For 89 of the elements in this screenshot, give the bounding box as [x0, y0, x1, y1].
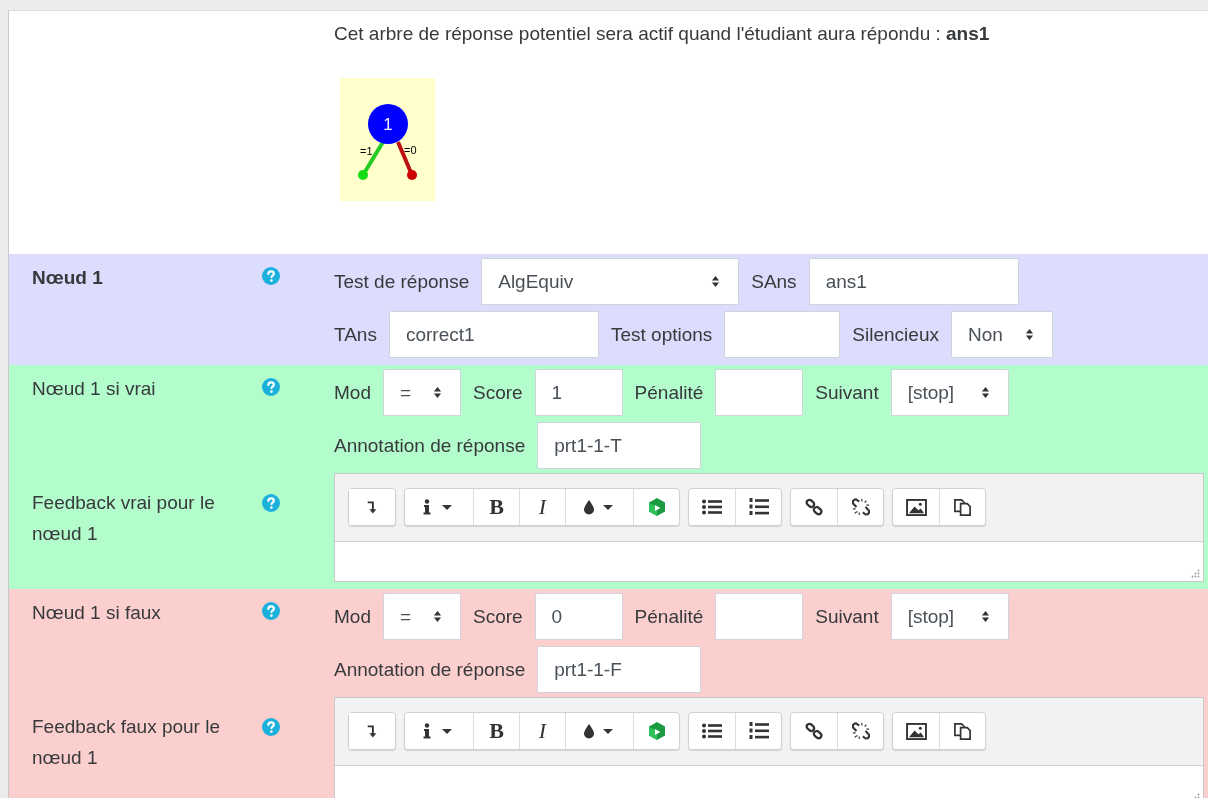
- tree-node: [368, 104, 408, 144]
- broken-link-icon: [851, 722, 870, 740]
- image-icon: [905, 722, 927, 740]
- bullet-list-icon: [702, 499, 722, 515]
- field-label: Mod: [334, 381, 371, 404]
- field-label: Pénalité: [634, 381, 704, 404]
- field-label: Score: [472, 381, 523, 404]
- bullet-list-button[interactable]: [689, 713, 735, 749]
- intro-text: Cet arbre de réponse potentiel sera actif quand l'étudiant aura répondu : ans1: [334, 24, 991, 44]
- input-field[interactable]: prt1-1-F: [537, 646, 702, 693]
- field-label: Annotation de réponse: [334, 434, 526, 457]
- input-field[interactable]: [724, 311, 841, 358]
- unlink-button[interactable]: [837, 713, 883, 749]
- bold-button[interactable]: B: [473, 713, 519, 749]
- copy-button[interactable]: [939, 489, 985, 525]
- collapse-toolbar-button[interactable]: [349, 713, 395, 749]
- down-arrow-icon: [366, 723, 378, 739]
- field-label: Suivant: [815, 605, 879, 628]
- image-icon: [905, 498, 927, 516]
- field-label: SAns: [751, 270, 797, 293]
- up-down-arrows-icon: [432, 386, 442, 399]
- play-logo-icon: [646, 497, 667, 517]
- input-field[interactable]: ans1: [808, 258, 1019, 305]
- dropdown[interactable]: Non: [950, 311, 1053, 358]
- feedback-label: Feedback faux pour le nœud 1: [32, 715, 221, 770]
- copy-button[interactable]: [939, 713, 985, 749]
- numbered-list-icon: [748, 722, 769, 740]
- field-label: Annotation de réponse: [334, 658, 526, 681]
- field-label: Test de réponse: [334, 270, 470, 293]
- dropdown[interactable]: [stop]: [890, 369, 1009, 416]
- resize-grip-icon: [1191, 569, 1200, 578]
- node-title: Nœud 1 si vrai: [32, 377, 157, 401]
- field-label: Mod: [334, 605, 371, 628]
- dropdown[interactable]: =: [382, 369, 461, 416]
- node-title: Nœud 1 si faux: [32, 601, 162, 625]
- numbered-list-button[interactable]: [735, 713, 781, 749]
- image-button[interactable]: [893, 489, 939, 525]
- field-label: Silencieux: [852, 323, 939, 346]
- link-button[interactable]: [791, 713, 837, 749]
- media-button[interactable]: [633, 713, 679, 749]
- node-title: Nœud 1: [32, 266, 104, 290]
- link-button[interactable]: [791, 489, 837, 525]
- text-color-button[interactable]: [565, 713, 633, 749]
- collapse-toolbar-button[interactable]: [349, 489, 395, 525]
- dropdown[interactable]: AlgEquiv: [481, 258, 740, 305]
- numbered-list-button[interactable]: [735, 489, 781, 525]
- up-down-arrows-icon: [711, 275, 721, 288]
- dropdown[interactable]: [stop]: [890, 593, 1009, 640]
- feedback-label: Feedback vrai pour le nœud 1: [32, 491, 216, 546]
- input-field[interactable]: correct1: [388, 311, 599, 358]
- input-field[interactable]: 1: [534, 369, 623, 416]
- image-button[interactable]: [893, 713, 939, 749]
- media-button[interactable]: [633, 489, 679, 525]
- input-field[interactable]: prt1-1-T: [537, 422, 702, 469]
- up-down-arrows-icon: [980, 610, 990, 623]
- input-field[interactable]: 0: [534, 593, 623, 640]
- bullet-list-icon: [702, 723, 722, 739]
- input-field[interactable]: [715, 593, 804, 640]
- link-icon: [805, 722, 823, 740]
- numbered-list-icon: [748, 498, 769, 516]
- field-label: Score: [472, 605, 523, 628]
- copy-icon: [953, 721, 972, 741]
- text-color-button[interactable]: [565, 489, 633, 525]
- branch-label: =0: [404, 144, 417, 156]
- unlink-button[interactable]: [837, 489, 883, 525]
- false-branch: [396, 141, 417, 180]
- input-field[interactable]: [715, 369, 804, 416]
- field-label: TAns: [334, 323, 377, 346]
- dropdown[interactable]: =: [382, 593, 461, 640]
- broken-link-icon: [851, 498, 870, 516]
- node-label: 1: [383, 115, 393, 134]
- bold-button[interactable]: B: [473, 489, 519, 525]
- true-branch: [358, 140, 385, 180]
- down-arrow-icon: [366, 499, 378, 515]
- link-icon: [805, 498, 823, 516]
- info-menu-button[interactable]: [405, 489, 473, 525]
- field-label: Test options: [610, 323, 713, 346]
- info-menu-button[interactable]: [405, 713, 473, 749]
- bullet-list-button[interactable]: [689, 489, 735, 525]
- up-down-arrows-icon: [432, 610, 442, 623]
- up-down-arrows-icon: [1024, 328, 1034, 341]
- field-label: Suivant: [815, 381, 879, 404]
- play-logo-icon: [646, 721, 667, 741]
- italic-button[interactable]: I: [519, 489, 565, 525]
- branch-label: =1: [360, 145, 373, 157]
- italic-button[interactable]: I: [519, 713, 565, 749]
- up-down-arrows-icon: [980, 386, 990, 399]
- field-label: Pénalité: [634, 605, 704, 628]
- copy-icon: [953, 497, 972, 517]
